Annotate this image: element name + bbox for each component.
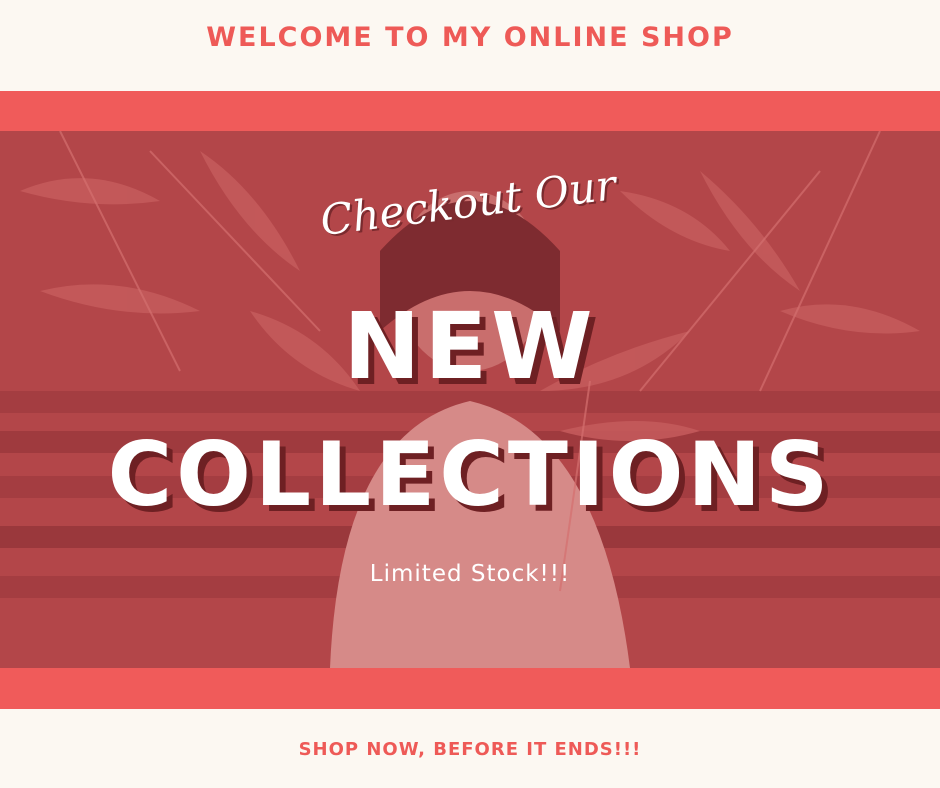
bottom-accent-band [0,668,940,709]
top-accent-band [0,91,940,131]
limited-stock-text: Limited Stock!!! [369,561,571,587]
shop-welcome-title: WELCOME TO MY ONLINE SHOP [206,22,734,53]
shop-now-cta[interactable]: SHOP NOW, BEFORE IT ENDS!!! [0,739,940,760]
headline-new: NEW [343,293,597,400]
headline-collections: COLLECTIONS [107,423,833,526]
